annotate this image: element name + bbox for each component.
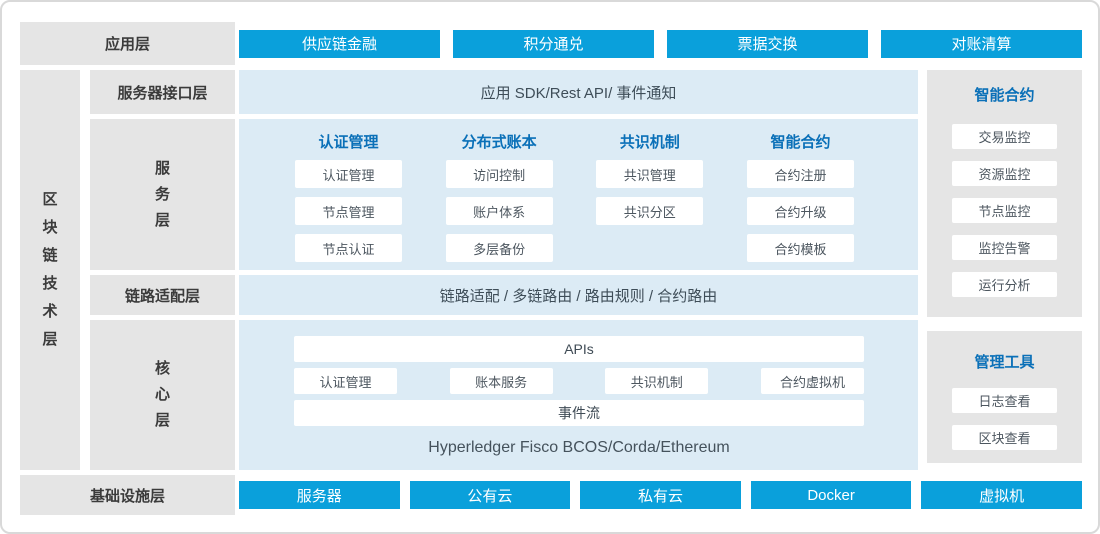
blockchain-tech-layer-section: 区块链技术层 服务器接口层 服务层 链路适配层 核心层 应用 SDK/Rest … — [20, 70, 1082, 470]
app-layer-row: 应用层 供应链金融 积分通兑 票据交换 对账清算 — [20, 22, 1082, 65]
monitor-item: 监控告警 — [952, 235, 1057, 260]
app-block-supply-chain-finance: 供应链金融 — [239, 30, 440, 58]
app-block-reconciliation: 对账清算 — [881, 30, 1082, 58]
core-layer-label: 核心层 — [90, 320, 235, 470]
service-item: 认证管理 — [295, 160, 402, 188]
tools-item: 区块查看 — [952, 425, 1057, 450]
tools-panel: 管理工具 日志查看 区块查看 — [927, 331, 1082, 463]
infra-block-public-cloud: 公有云 — [410, 481, 571, 509]
service-item: 节点管理 — [295, 197, 402, 225]
service-column-auth-management: 认证管理 认证管理 节点管理 节点认证 — [295, 133, 402, 270]
adapter-layer-bar: 链路适配 / 多链路由 / 路由规则 / 合约路由 — [239, 275, 918, 315]
infra-block-server: 服务器 — [239, 481, 400, 509]
monitor-item: 交易监控 — [952, 124, 1057, 149]
service-layer-label: 服务层 — [90, 119, 235, 270]
blockchain-tech-layer-label: 区块链技术层 — [20, 70, 80, 470]
infra-layer-label: 基础设施层 — [20, 475, 235, 515]
service-column-header: 智能合约 — [747, 133, 854, 153]
monitor-panel: 智能合约 交易监控 资源监控 节点监控 监控告警 运行分析 — [927, 70, 1082, 317]
monitor-item: 运行分析 — [952, 272, 1057, 297]
infra-block-vm: 虚拟机 — [921, 481, 1082, 509]
infra-block-docker: Docker — [751, 481, 912, 509]
service-item: 共识管理 — [596, 160, 703, 188]
service-item: 合约注册 — [747, 160, 854, 188]
service-column-header: 认证管理 — [295, 133, 402, 153]
tools-item: 日志查看 — [952, 388, 1057, 413]
core-platforms-text: Hyperledger Fisco BCOS/Corda/Ethereum — [294, 439, 864, 457]
infra-layer-row: 基础设施层 服务器 公有云 私有云 Docker 虚拟机 — [20, 475, 1082, 515]
monitor-panel-title: 智能合约 — [927, 70, 1082, 105]
app-block-bill-exchange: 票据交换 — [667, 30, 868, 58]
interface-layer-label: 服务器接口层 — [90, 70, 235, 114]
service-column-smart-contract: 智能合约 合约注册 合约升级 合约模板 — [747, 133, 854, 270]
core-service-boxes: 认证管理 账本服务 共识机制 合约虚拟机 — [294, 368, 864, 394]
service-column-distributed-ledger: 分布式账本 访问控制 账户体系 多层备份 — [446, 133, 553, 270]
service-column-header: 共识机制 — [596, 133, 703, 153]
infra-layer-buttons: 服务器 公有云 私有云 Docker 虚拟机 — [239, 475, 1082, 515]
service-item: 节点认证 — [295, 234, 402, 262]
service-item: 合约模板 — [747, 234, 854, 262]
tools-panel-title: 管理工具 — [927, 331, 1082, 372]
infra-block-private-cloud: 私有云 — [580, 481, 741, 509]
service-column-consensus: 共识机制 共识管理 共识分区 — [596, 133, 703, 270]
service-item: 多层备份 — [446, 234, 553, 262]
service-item: 共识分区 — [596, 197, 703, 225]
sub-layer-labels: 服务器接口层 服务层 链路适配层 核心层 — [90, 70, 235, 470]
app-layer-label: 应用层 — [20, 22, 235, 65]
core-box-ledger: 账本服务 — [450, 368, 553, 394]
service-item: 合约升级 — [747, 197, 854, 225]
core-box-auth: 认证管理 — [294, 368, 397, 394]
monitor-item: 资源监控 — [952, 161, 1057, 186]
adapter-layer-label: 链路适配层 — [90, 275, 235, 315]
blockchain-architecture-diagram: 应用层 供应链金融 积分通兑 票据交换 对账清算 区块链技术层 服务器接口层 服… — [0, 0, 1100, 534]
service-item: 账户体系 — [446, 197, 553, 225]
monitor-item: 节点监控 — [952, 198, 1057, 223]
service-item: 访问控制 — [446, 160, 553, 188]
app-block-points-exchange: 积分通兑 — [453, 30, 654, 58]
app-layer-buttons: 供应链金融 积分通兑 票据交换 对账清算 — [239, 22, 1082, 65]
service-column-header: 分布式账本 — [446, 133, 553, 153]
core-apis-bar: APIs — [294, 336, 864, 362]
sdk-api-bar: 应用 SDK/Rest API/ 事件通知 — [239, 70, 918, 114]
core-box-contract-vm: 合约虚拟机 — [761, 368, 864, 394]
core-box-consensus: 共识机制 — [605, 368, 708, 394]
core-layer-panel: APIs 认证管理 账本服务 共识机制 合约虚拟机 事件流 Hyperledge… — [239, 320, 918, 470]
core-event-stream-bar: 事件流 — [294, 400, 864, 426]
service-layer-panel: 认证管理 认证管理 节点管理 节点认证 分布式账本 访问控制 账户体系 多层备份… — [239, 119, 918, 270]
